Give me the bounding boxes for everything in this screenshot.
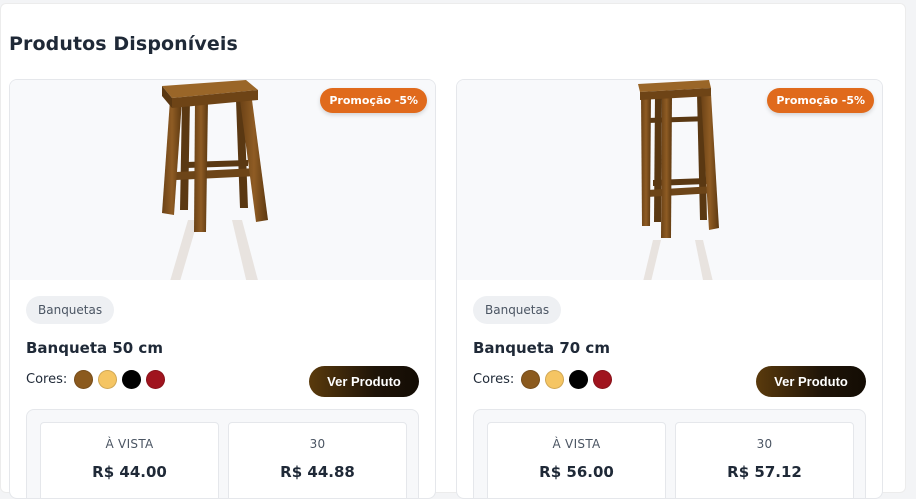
color-swatch-black[interactable] bbox=[122, 370, 142, 389]
color-swatch-red[interactable] bbox=[146, 370, 166, 389]
product-card[interactable]: Promoção -5% Banquetas Banqueta 70 cm Co… bbox=[456, 79, 883, 499]
view-product-button[interactable]: Ver Produto bbox=[756, 366, 866, 397]
section-title: Produtos Disponíveis bbox=[9, 33, 238, 55]
price-value: R$ 56.00 bbox=[539, 463, 614, 481]
color-swatch-black[interactable] bbox=[569, 370, 589, 389]
price-label: 30 bbox=[756, 437, 773, 451]
promo-badge: Promoção -5% bbox=[320, 88, 427, 113]
price-value: R$ 57.12 bbox=[727, 463, 802, 481]
price-label: À VISTA bbox=[552, 437, 601, 451]
colors-label: Cores: bbox=[473, 372, 515, 387]
price-label: 30 bbox=[309, 437, 326, 451]
product-image[interactable]: Promoção -5% bbox=[457, 80, 882, 280]
color-swatch-red[interactable] bbox=[593, 370, 613, 389]
colors-label: Cores: bbox=[26, 372, 68, 387]
product-image[interactable]: Promoção -5% bbox=[10, 80, 435, 280]
price-label: À VISTA bbox=[105, 437, 154, 451]
price-box: À VISTA R$ 44.00 30 R$ 44.88 bbox=[26, 409, 419, 498]
view-product-button[interactable]: Ver Produto bbox=[309, 366, 419, 397]
price-option-30: 30 R$ 57.12 bbox=[675, 422, 854, 498]
colors-row: Cores: bbox=[473, 370, 617, 389]
product-name[interactable]: Banqueta 70 cm bbox=[473, 339, 610, 357]
price-option-cash: À VISTA R$ 44.00 bbox=[40, 422, 219, 498]
category-tag[interactable]: Banquetas bbox=[473, 296, 562, 324]
color-swatch-brown[interactable] bbox=[521, 370, 541, 389]
promo-badge: Promoção -5% bbox=[767, 88, 874, 113]
color-swatch-yellow[interactable] bbox=[545, 370, 565, 389]
color-swatch-yellow[interactable] bbox=[98, 370, 118, 389]
price-option-30: 30 R$ 44.88 bbox=[228, 422, 407, 498]
category-tag[interactable]: Banquetas bbox=[26, 296, 115, 324]
product-name[interactable]: Banqueta 50 cm bbox=[26, 339, 163, 357]
color-swatch-brown[interactable] bbox=[74, 370, 94, 389]
product-card[interactable]: Promoção -5% Banquetas Banqueta 50 cm Co… bbox=[9, 79, 436, 499]
price-value: R$ 44.00 bbox=[92, 463, 167, 481]
price-value: R$ 44.88 bbox=[280, 463, 355, 481]
price-box: À VISTA R$ 56.00 30 R$ 57.12 bbox=[473, 409, 866, 498]
colors-row: Cores: bbox=[26, 370, 170, 389]
price-option-cash: À VISTA R$ 56.00 bbox=[487, 422, 666, 498]
